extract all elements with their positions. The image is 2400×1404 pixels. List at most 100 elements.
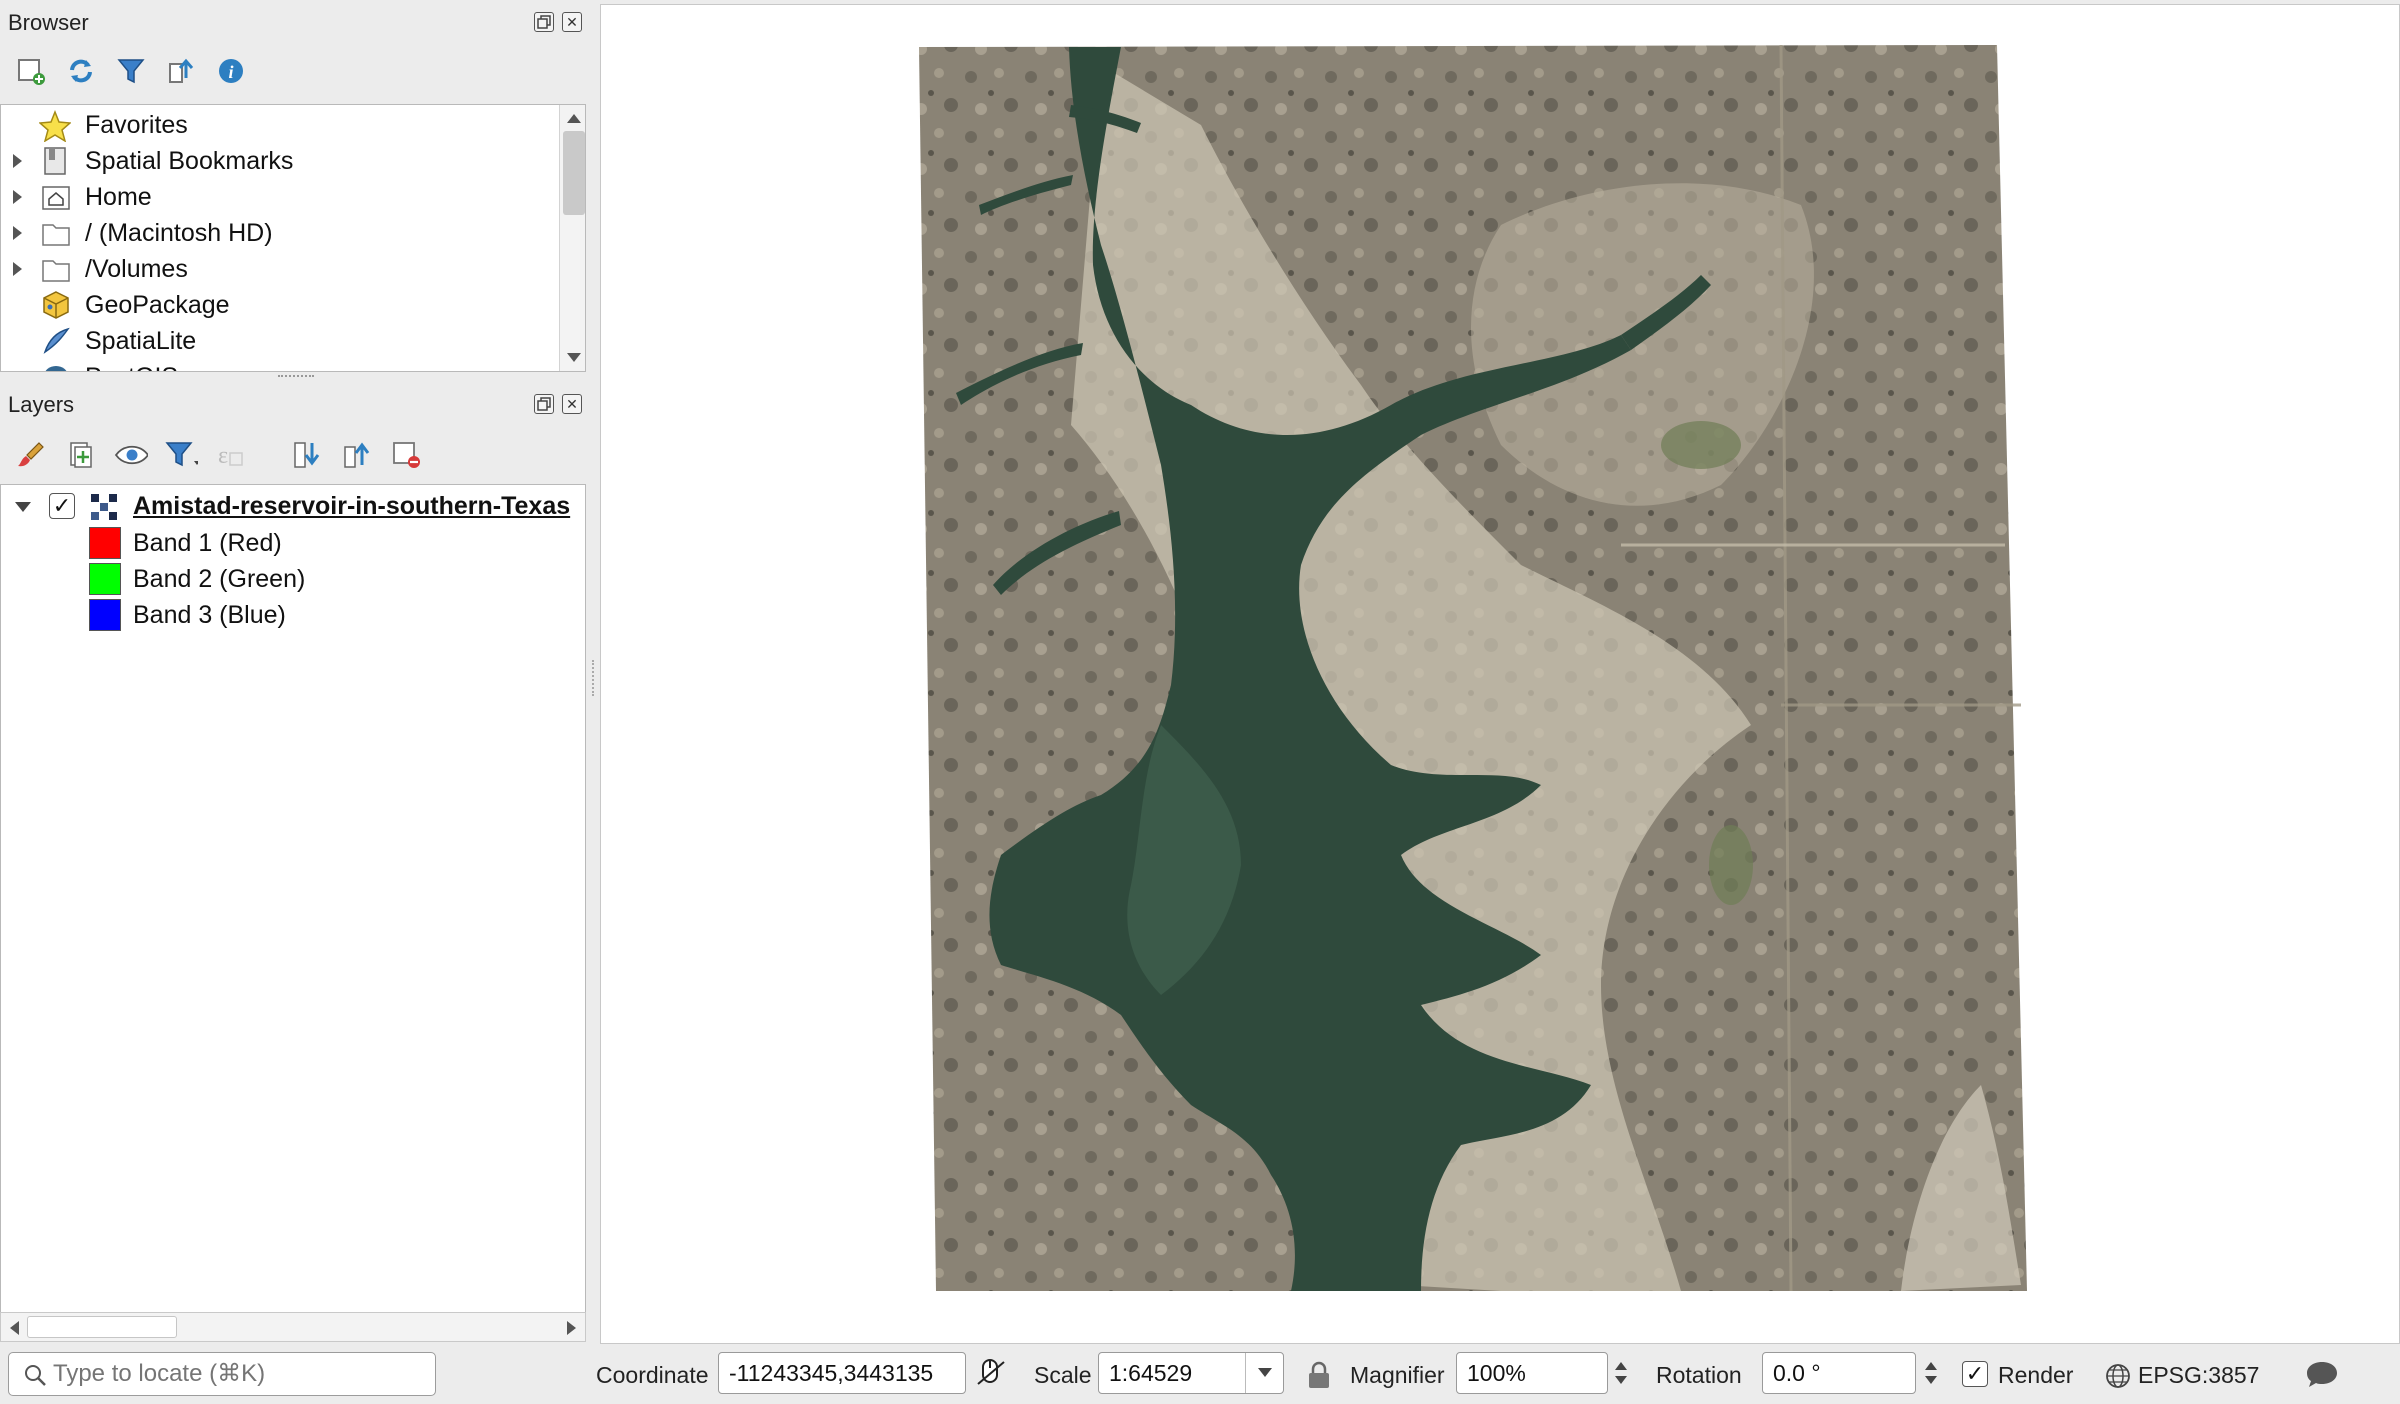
expand-arrow-icon[interactable] [13,154,22,168]
spin-up-icon [1925,1362,1937,1370]
render-checkbox[interactable]: ✓ [1962,1361,1988,1387]
magnifier-spinner[interactable] [1610,1352,1632,1394]
browser-item-geopackage[interactable]: GeoPackage [1,287,585,323]
manage-visibility-button[interactable] [114,438,148,472]
browser-item-label: Spatial Bookmarks [85,146,294,175]
svg-text:i: i [228,62,233,82]
expand-arrow-icon[interactable] [13,190,22,204]
rotation-label: Rotation [1656,1362,1742,1388]
scroll-left-icon[interactable] [9,1321,19,1335]
scale-value: 1:64529 [1109,1359,1193,1386]
collapse-all-button[interactable] [164,54,198,88]
chevron-down-icon [1257,1368,1272,1377]
eye-icon [114,445,148,465]
browser-item-postgis[interactable]: PostGIS [1,359,585,371]
browser-item-macintosh-hd[interactable]: / (Macintosh HD) [1,215,585,251]
close-panel-button[interactable]: ✕ [562,394,582,414]
band-legend-item: Band 3 (Blue) [1,597,585,633]
info-icon: i [219,59,243,83]
band-legend-item: Band 2 (Green) [1,561,585,597]
toggle-extents-button[interactable] [974,1356,1008,1390]
crs-button[interactable]: EPSG:3857 [2104,1358,2264,1392]
browser-item-label: GeoPackage [85,290,230,319]
messages-button[interactable] [2304,1358,2340,1390]
add-selected-layers-button[interactable] [14,54,48,88]
add-group-icon [70,442,92,468]
layers-panel-title: Layers [8,392,75,417]
magnifier-field[interactable]: 100% [1456,1352,1608,1394]
collapse-all-icon [344,442,370,468]
browser-item-favorites[interactable]: Favorites [1,107,585,143]
raster-layer-icon [91,494,117,520]
rotation-spinner[interactable] [1920,1352,1942,1394]
browser-item-volumes[interactable]: /Volumes [1,251,585,287]
rotation-field[interactable]: 0.0 ° [1762,1352,1916,1394]
scale-dropdown-button[interactable] [1245,1353,1283,1393]
browser-scrollbar[interactable] [559,105,585,371]
collapse-all-button[interactable] [340,438,374,472]
browser-item-spatial-bookmarks[interactable]: Spatial Bookmarks [1,143,585,179]
browser-item-label: /Volumes [85,254,188,283]
filter-browser-button[interactable] [114,54,148,88]
browser-panel-title: Browser [8,10,89,35]
float-panel-button[interactable] [534,12,554,32]
dock-splitter-handle[interactable] [592,660,596,696]
expand-arrow-icon[interactable] [13,226,22,240]
scale-field[interactable]: 1:64529 [1098,1352,1284,1394]
color-swatch [89,599,121,631]
folder-icon [42,224,70,246]
filter-icon [117,59,145,84]
filter-by-expression-button: ε [216,438,250,472]
band-label: Band 1 (Red) [133,528,282,557]
paint-brush-icon [18,442,44,467]
browser-item-label: Home [85,182,152,211]
layers-hscrollbar[interactable] [0,1312,586,1342]
browser-item-spatialite[interactable]: SpatiaLite [1,323,585,359]
map-canvas[interactable] [600,4,2400,1344]
browser-item-home[interactable]: Home [1,179,585,215]
remove-layer-icon [393,442,420,468]
bookmarks-icon [44,147,66,175]
svg-text:ε: ε [218,443,228,469]
collapse-arrow-icon[interactable] [15,502,31,512]
layer-visibility-checkbox[interactable]: ✓ [49,493,75,519]
speech-bubble-icon [2307,1362,2337,1387]
add-layer-icon [18,59,45,85]
refresh-button[interactable] [64,54,98,88]
browser-item-label: SpatiaLite [85,326,197,355]
filter-legend-button[interactable] [164,438,198,472]
spin-down-icon [1925,1376,1937,1384]
float-panel-button[interactable] [534,394,554,414]
open-layer-styling-button[interactable] [14,438,48,472]
close-panel-button[interactable]: ✕ [562,12,582,32]
splitter-handle[interactable] [278,375,314,379]
lock-icon [1309,1361,1329,1388]
scale-label: Scale [1034,1362,1092,1388]
collapse-icon [169,58,194,83]
properties-button[interactable]: i [214,54,248,88]
scrollbar-thumb[interactable] [563,131,585,215]
coordinate-label: Coordinate [596,1362,709,1388]
add-group-button[interactable] [64,438,98,472]
scrollbar-thumb[interactable] [27,1316,177,1338]
layers-tree[interactable]: ✓ Amistad-reservoir-in-southern-Texas Ba… [0,484,586,1316]
scroll-up-icon[interactable] [567,113,581,123]
expression-icon: ε [218,443,243,469]
expand-all-button[interactable] [290,438,324,472]
remove-layer-button[interactable] [390,438,424,472]
scroll-right-icon[interactable] [567,1321,577,1335]
lock-scale-button[interactable] [1306,1360,1332,1390]
layer-row[interactable]: ✓ Amistad-reservoir-in-southern-Texas [1,487,585,525]
browser-tree[interactable]: Favorites Spatial Bookmarks Home / (Maci… [0,104,586,372]
expand-arrow-icon[interactable] [13,262,22,276]
scroll-down-icon[interactable] [567,353,581,363]
locator-input[interactable] [53,1357,423,1391]
spin-down-icon [1615,1376,1627,1384]
locator-bar[interactable] [8,1352,436,1396]
search-icon [25,1365,46,1386]
mouse-extents-icon [977,1359,1005,1385]
layer-name[interactable]: Amistad-reservoir-in-southern-Texas [133,492,570,521]
coordinate-field[interactable]: -11243345,3443135 [718,1352,966,1394]
band-legend-item: Band 1 (Red) [1,525,585,561]
expand-all-icon [294,442,320,468]
